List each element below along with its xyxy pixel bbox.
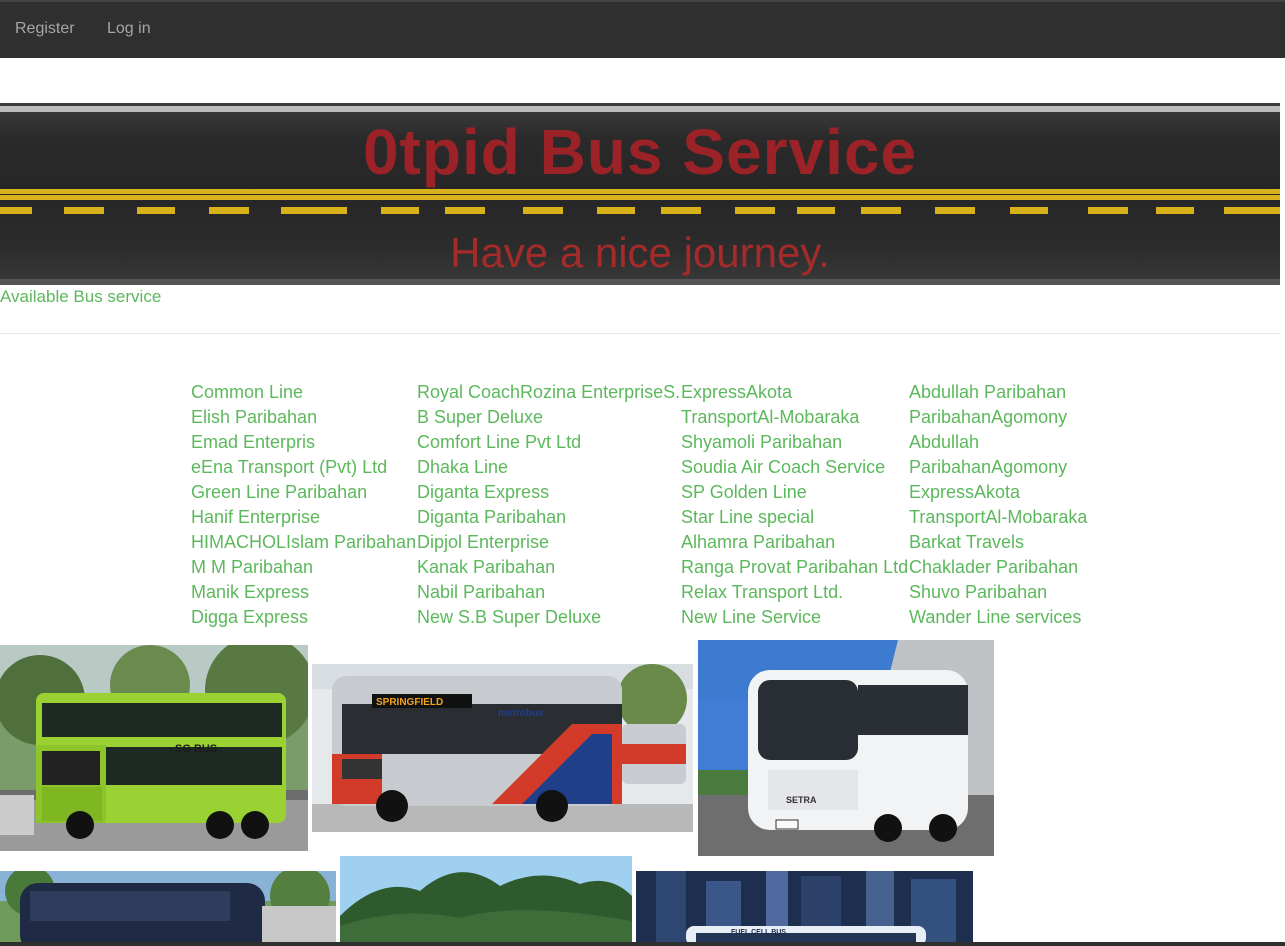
bus-link[interactable]: TransportAl-Mobaraka bbox=[681, 405, 908, 430]
bus-link[interactable]: Digga Express bbox=[191, 605, 416, 630]
bus-link[interactable]: Shuvo Paribahan bbox=[909, 580, 1087, 605]
bus-link[interactable]: Soudia Air Coach Service bbox=[681, 455, 908, 480]
bus-link[interactable]: Nabil Paribahan bbox=[417, 580, 680, 605]
photo-2-text: SPRINGFIELD bbox=[376, 697, 443, 708]
bus-photo-blue-coach bbox=[0, 871, 336, 946]
banner-subtitle: Have a nice journey. bbox=[450, 229, 830, 276]
bus-photo-metrobus: SPRINGFIELD metrobus bbox=[312, 664, 693, 832]
bus-link[interactable]: Dhaka Line bbox=[417, 455, 680, 480]
bus-link[interactable]: Emad Enterpris bbox=[191, 430, 416, 455]
bus-link[interactable]: Abdullah Paribahan bbox=[909, 380, 1087, 405]
photo-1-text: SG BUS bbox=[175, 743, 217, 755]
bus-link[interactable]: Shyamoli Paribahan bbox=[681, 430, 908, 455]
bus-link[interactable]: ExpressAkota bbox=[681, 380, 908, 405]
bus-list-column-2: Royal CoachRozina EnterpriseS. B Super D… bbox=[417, 380, 680, 630]
bus-link[interactable]: Comfort Line Pvt Ltd bbox=[417, 430, 680, 455]
top-navbar: Register Log in bbox=[0, 0, 1285, 58]
bus-link[interactable]: Hanif Enterprise bbox=[191, 505, 416, 530]
bus-link[interactable]: Star Line special bbox=[681, 505, 908, 530]
divider bbox=[0, 333, 1280, 334]
bus-link[interactable]: ExpressAkota bbox=[909, 480, 1087, 505]
bus-link[interactable]: Ranga Provat Paribahan Ltd bbox=[681, 555, 908, 580]
bus-link[interactable]: ParibahanAgomony bbox=[909, 405, 1087, 430]
photo-6-text: FUEL CELL BUS bbox=[731, 929, 786, 936]
bus-list-column-4: Abdullah Paribahan ParibahanAgomony Abdu… bbox=[909, 380, 1087, 630]
bus-photo-double-decker: SG BUS bbox=[0, 645, 308, 851]
bus-link[interactable]: Manik Express bbox=[191, 580, 416, 605]
available-bus-service-link[interactable]: Available Bus service bbox=[0, 287, 161, 307]
bus-link[interactable]: eEna Transport (Pvt) Ltd bbox=[191, 455, 416, 480]
bottom-edge bbox=[0, 942, 1285, 946]
bus-link[interactable]: Alhamra Paribahan bbox=[681, 530, 908, 555]
bus-link[interactable]: Diganta Paribahan bbox=[417, 505, 680, 530]
bus-link[interactable]: Royal CoachRozina EnterpriseS. bbox=[417, 380, 680, 405]
bus-link[interactable]: Dipjol Enterprise bbox=[417, 530, 680, 555]
photo-3-text: SETRA bbox=[786, 795, 817, 805]
bus-link[interactable]: Abdullah bbox=[909, 430, 1087, 455]
bus-photo-mountains bbox=[340, 856, 632, 946]
bus-photo-fuel-cell: FUEL CELL BUS bbox=[636, 871, 973, 946]
bus-link[interactable]: ParibahanAgomony bbox=[909, 455, 1087, 480]
photo-2-brand: metrobus bbox=[498, 708, 544, 719]
bus-link[interactable]: Green Line Paribahan bbox=[191, 480, 416, 505]
bus-link[interactable]: Kanak Paribahan bbox=[417, 555, 680, 580]
register-link[interactable]: Register bbox=[15, 20, 75, 38]
bus-list-column-3: ExpressAkota TransportAl-Mobaraka Shyamo… bbox=[681, 380, 908, 630]
bus-link[interactable]: New Line Service bbox=[681, 605, 908, 630]
bus-link[interactable]: Wander Line services bbox=[909, 605, 1087, 630]
bus-link[interactable]: SP Golden Line bbox=[681, 480, 908, 505]
bus-link[interactable]: New S.B Super Deluxe bbox=[417, 605, 680, 630]
bus-link[interactable]: M M Paribahan bbox=[191, 555, 416, 580]
bus-link[interactable]: Common Line bbox=[191, 380, 416, 405]
login-link[interactable]: Log in bbox=[107, 20, 151, 38]
bus-photo-white-coach: SETRA bbox=[698, 640, 994, 856]
bus-link[interactable]: Chaklader Paribahan bbox=[909, 555, 1087, 580]
bus-link[interactable]: B Super Deluxe bbox=[417, 405, 680, 430]
bus-list-column-1: Common Line Elish Paribahan Emad Enterpr… bbox=[191, 380, 416, 630]
bus-link[interactable]: HIMACHOLIslam Paribahan bbox=[191, 530, 416, 555]
hero-banner: 0tpid Bus Service Have a nice journey. bbox=[0, 103, 1280, 285]
bus-link[interactable]: Barkat Travels bbox=[909, 530, 1087, 555]
bus-link[interactable]: Relax Transport Ltd. bbox=[681, 580, 908, 605]
bus-link[interactable]: Elish Paribahan bbox=[191, 405, 416, 430]
bus-link[interactable]: Diganta Express bbox=[417, 480, 680, 505]
banner-title: 0tpid Bus Service bbox=[362, 116, 918, 188]
bus-link[interactable]: TransportAl-Mobaraka bbox=[909, 505, 1087, 530]
